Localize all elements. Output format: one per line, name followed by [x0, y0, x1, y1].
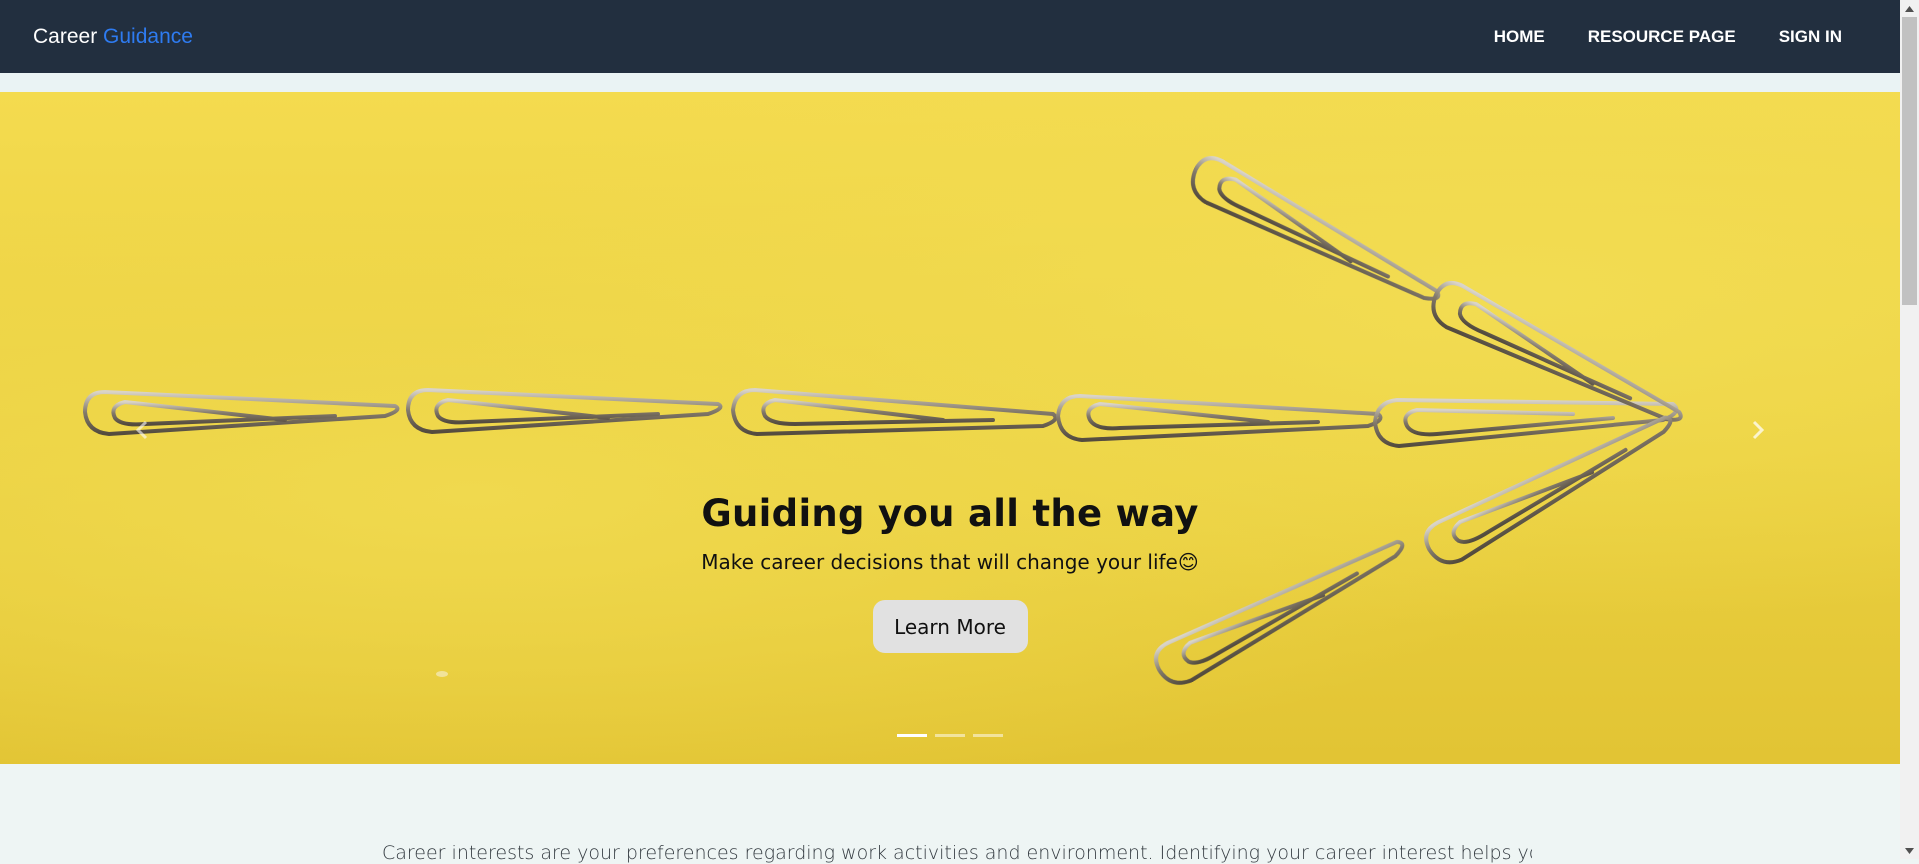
carousel-caption: Guiding you all the way Make career deci… — [0, 492, 1900, 654]
hero-title: Guiding you all the way — [701, 492, 1199, 535]
carousel-indicator-3[interactable] — [973, 734, 1003, 737]
carousel-next-button[interactable] — [1738, 410, 1778, 450]
scrollbar-thumb[interactable] — [1902, 17, 1917, 305]
hero-carousel: Guiding you all the way Make career deci… — [0, 92, 1900, 764]
paperclip — [1373, 398, 1679, 448]
hero-subtitle: Make career decisions that will change y… — [0, 550, 1900, 574]
nav-links: HOME RESOURCE PAGE SIGN IN — [1494, 27, 1842, 47]
scroll-up-button[interactable] — [1900, 0, 1919, 17]
paperclip — [406, 388, 723, 434]
intro-paragraph: Career interests are your preferences re… — [382, 842, 1532, 864]
page-scrollbar[interactable] — [1900, 0, 1919, 859]
chevron-right-icon — [1752, 420, 1765, 440]
intro-section: Career interests are your preferences re… — [0, 764, 1900, 864]
paperclip-arrow-image — [83, 156, 1683, 685]
hero-subtitle-text: Make career decisions that will change y… — [701, 550, 1178, 575]
navbar: Career Guidance HOME RESOURCE PAGE SIGN … — [0, 0, 1900, 73]
smile-emoji-icon: 😊 — [1177, 550, 1199, 575]
paperclip — [1431, 281, 1683, 422]
brand-primary: Career — [33, 24, 98, 48]
carousel-indicator-1[interactable] — [897, 734, 927, 737]
brand-logo[interactable]: Career Guidance — [33, 25, 193, 49]
nav-link-home[interactable]: HOME — [1494, 27, 1545, 47]
top-strip — [0, 73, 1900, 92]
carousel-prev-button[interactable] — [122, 410, 162, 450]
caret-down-icon — [1905, 847, 1914, 854]
paperclip — [1056, 394, 1383, 442]
brand-accent: Guidance — [103, 24, 193, 48]
carousel-indicators — [0, 734, 1900, 737]
nav-link-resource-page[interactable]: RESOURCE PAGE — [1588, 27, 1736, 47]
nav-link-sign-in[interactable]: SIGN IN — [1779, 27, 1842, 47]
caret-up-icon — [1905, 5, 1914, 12]
scroll-down-button[interactable] — [1900, 842, 1919, 859]
paperclip — [731, 388, 1058, 436]
learn-more-button[interactable]: Learn More — [872, 600, 1028, 654]
paperclip — [1190, 156, 1441, 301]
carousel-indicator-2[interactable] — [935, 734, 965, 737]
chevron-left-icon — [135, 420, 148, 440]
